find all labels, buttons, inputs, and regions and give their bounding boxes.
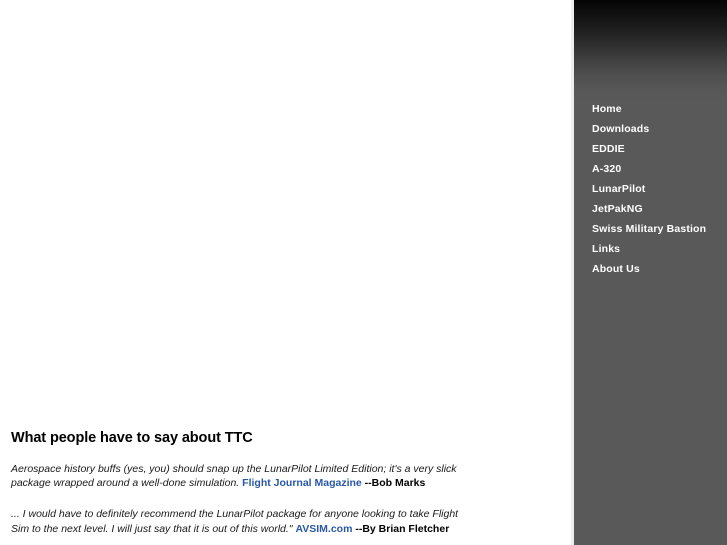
sidebar-item-jetpakng[interactable]: JetPakNG [592, 203, 727, 223]
testimonial-2-source-link[interactable]: AVSIM.com [295, 523, 352, 535]
sidebar-item-a-320[interactable]: A-320 [592, 163, 727, 183]
testimonial-2-byline: --By Brian Fletcher [352, 522, 450, 535]
testimonial-1: Aerospace history buffs (yes, you) shoul… [11, 462, 465, 490]
testimonial-2: ... I would have to definitely recommend… [11, 507, 465, 535]
sidebar-item-links[interactable]: Links [592, 243, 727, 263]
hero-banner-placeholder [0, 0, 571, 420]
testimonial-1-source-link[interactable]: Flight Journal Magazine [242, 477, 362, 489]
testimonial-1-byline: --Bob Marks [361, 477, 426, 490]
sidebar-item-home[interactable]: Home [592, 103, 727, 123]
sidebar-item-about-us[interactable]: About Us [592, 263, 727, 283]
sidebar-item-lunarpilot[interactable]: LunarPilot [592, 183, 727, 203]
testimonials-section: What people have to say about TTC Aerosp… [11, 430, 465, 545]
sidebar-item-downloads[interactable]: Downloads [592, 123, 727, 143]
sidebar-navigation: Home Downloads EDDIE A-320 LunarPilot Je… [592, 103, 727, 283]
page-title: What people have to say about TTC [11, 430, 253, 446]
right-sidebar: Home Downloads EDDIE A-320 LunarPilot Je… [574, 0, 727, 545]
sidebar-item-swiss-military-bastion[interactable]: Swiss Military Bastion [592, 223, 727, 243]
main-content-column: What people have to say about TTC Aerosp… [0, 0, 571, 545]
page-root: What people have to say about TTC Aerosp… [0, 0, 727, 545]
sidebar-item-eddie[interactable]: EDDIE [592, 143, 727, 163]
